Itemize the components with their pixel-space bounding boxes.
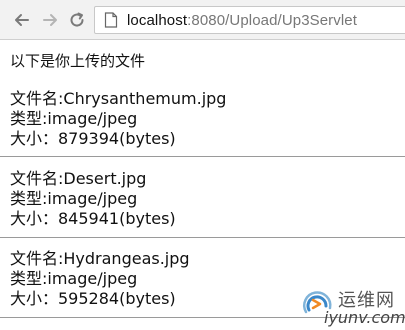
file-name: 文件名:Hydrangeas.jpg [10,249,190,268]
watermark: 运维网 iyunv.com [298,282,405,330]
file-type: 类型:image/jpeg [10,189,138,208]
divider [0,156,405,157]
file-name: 文件名:Desert.jpg [10,169,147,188]
url-path: :8080/Upload/Up3Servlet [187,11,358,29]
file-size: 大小：845941(bytes) [10,209,176,228]
forward-button[interactable] [40,10,60,30]
arrow-left-icon [15,14,29,26]
file-name: 文件名:Chrysanthemum.jpg [10,89,227,108]
reload-icon [70,12,84,27]
browser-toolbar: localhost:8080/Upload/Up3Servlet [0,0,405,40]
arrow-right-icon [43,14,57,26]
divider [0,237,405,238]
upload-intro-text: 以下是你上传的文件 [10,52,146,70]
file-type: 类型:image/jpeg [10,109,138,128]
reload-button[interactable] [67,10,87,30]
url-text[interactable]: localhost:8080/Upload/Up3Servlet [127,12,357,29]
watermark-domain: iyunv.com [324,308,405,327]
address-bar[interactable]: localhost:8080/Upload/Up3Servlet [94,6,405,34]
file-entry: 文件名:Desert.jpg 类型:image/jpeg 大小：845941(b… [10,169,405,229]
file-entry: 文件名:Chrysanthemum.jpg 类型:image/jpeg 大小：8… [10,89,405,149]
info-page-icon[interactable] [103,12,119,28]
url-host: localhost [127,11,188,29]
file-size: 大小：879394(bytes) [10,129,176,148]
back-button[interactable] [12,10,32,30]
